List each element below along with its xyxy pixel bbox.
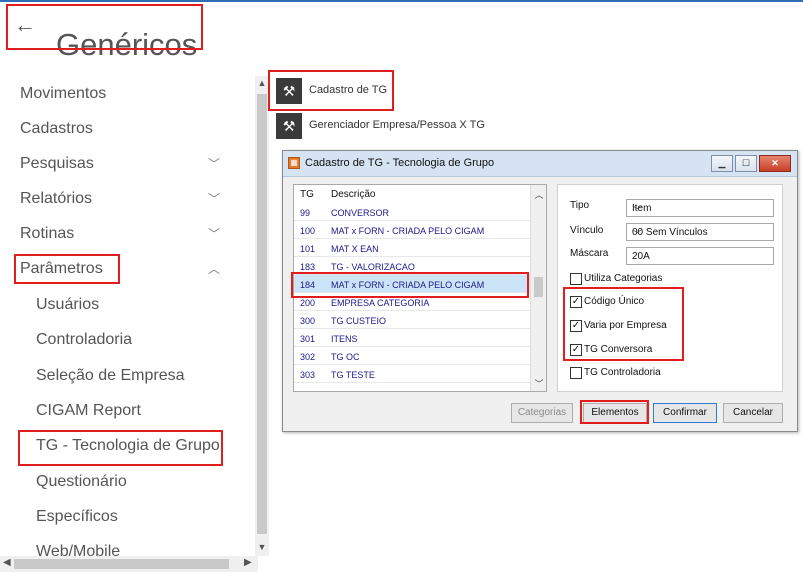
table-row[interactable]: 302 TG OC — [294, 347, 530, 365]
column-header-descricao[interactable]: Descrição — [331, 189, 375, 200]
sidebar-item-movimentos[interactable]: Movimentos — [20, 82, 220, 106]
mascara-input[interactable]: 20A — [626, 247, 774, 265]
checkmark-icon[interactable]: ✓ — [570, 344, 582, 356]
table-row[interactable]: 301 ITENS — [294, 329, 530, 347]
sidebar-horizontal-scrollbar[interactable]: ◀ ▶ — [0, 556, 258, 572]
chevron-down-icon: ﹀ — [632, 206, 642, 217]
table-row[interactable]: 303 TG TESTE — [294, 365, 530, 383]
sidebar-subitem-especificos[interactable]: Específicos — [36, 505, 118, 529]
tool-gerenciador-empresa[interactable]: ⚒ Gerenciador Empresa/Pessoa X TG — [276, 113, 536, 139]
checkbox-unchecked[interactable] — [570, 273, 582, 285]
sidebar-subitem-cigam-report[interactable]: CIGAM Report — [36, 399, 141, 423]
app-icon: ▦ — [288, 157, 300, 169]
sidebar-item-relatorios[interactable]: Relatórios ﹀ — [20, 187, 220, 211]
confirmar-button[interactable]: Confirmar — [653, 403, 717, 423]
cancelar-button[interactable]: Cancelar — [723, 403, 783, 423]
table-row[interactable]: 300 TG CUSTEIO — [294, 311, 530, 329]
sidebar-subitem-selecao-empresa[interactable]: Seleção de Empresa — [36, 364, 185, 388]
table-row[interactable]: 101 MAT X EAN — [294, 239, 530, 257]
scroll-thumb[interactable] — [14, 559, 229, 569]
scroll-right-icon[interactable]: ▶ — [244, 557, 252, 568]
tipo-label: Tipo — [570, 200, 590, 211]
sidebar-subitem-web-mobile[interactable]: Web/Mobile — [36, 540, 120, 556]
column-header-tg[interactable]: TG — [300, 189, 314, 200]
tg-grid: TG Descrição 99 CONVERSOR 100 MAT x FORN… — [293, 184, 547, 392]
scroll-up-icon[interactable]: ▲ — [255, 78, 269, 88]
chevron-up-icon: ︿ — [207, 262, 220, 276]
table-row[interactable]: 200 EMPRESA CATEGORIA — [294, 293, 530, 311]
scroll-down-icon[interactable]: ﹀ — [531, 377, 547, 390]
wrench-icon: ⚒ — [276, 113, 302, 139]
tipo-select[interactable]: Item ﹀ — [626, 199, 774, 217]
elementos-button[interactable]: Elementos — [583, 403, 647, 423]
minimize-button[interactable]: ▁ — [711, 155, 733, 172]
sidebar-item-cadastros[interactable]: Cadastros — [20, 117, 220, 141]
checkbox-unchecked[interactable] — [570, 367, 582, 379]
table-row[interactable]: 99 CONVERSOR — [294, 203, 530, 221]
scroll-up-icon[interactable]: ︿ — [531, 188, 547, 201]
sidebar-subitem-questionario[interactable]: Questionário — [36, 470, 127, 494]
chevron-down-icon: ﹀ — [207, 227, 220, 241]
top-accent-line — [0, 0, 803, 2]
grid-scrollbar[interactable]: ︿ ﹀ — [530, 185, 546, 391]
sidebar-subitem-controladoria[interactable]: Controladoria — [36, 328, 132, 352]
chevron-down-icon: ﹀ — [207, 192, 220, 206]
scroll-thumb[interactable] — [257, 94, 267, 534]
back-arrow-icon[interactable]: ← — [14, 12, 36, 38]
dialog-title: Cadastro de TG - Tecnologia de Grupo — [305, 157, 495, 169]
tool-cadastro-tg[interactable]: ⚒ Cadastro de TG — [276, 78, 536, 104]
sidebar-subitem-usuarios[interactable]: Usuários — [36, 293, 99, 317]
categorias-button[interactable]: Categorias — [511, 403, 573, 423]
dialog-cadastro-tg: ▦ Cadastro de TG - Tecnologia de Grupo ▁… — [282, 150, 798, 432]
table-row-selected[interactable]: 184 MAT x FORN - CRIADA PELO CIGAM — [294, 275, 530, 293]
chevron-down-icon: ﹀ — [632, 230, 642, 241]
scroll-thumb[interactable] — [534, 277, 543, 297]
checkmark-icon[interactable]: ✓ — [570, 320, 582, 332]
vinculo-label: Vínculo — [570, 225, 604, 236]
sidebar-subitem-tg[interactable]: TG - Tecnologia de Grupo — [36, 434, 220, 458]
scroll-left-icon[interactable]: ◀ — [3, 557, 11, 568]
tg-properties-panel: Tipo Item ﹀ Vínculo 00 Sem Vínculos ﹀ Má… — [557, 184, 783, 392]
sidebar: Movimentos Cadastros Pesquisas ﹀ Relatór… — [0, 76, 258, 556]
close-button[interactable]: ✕ — [759, 155, 791, 172]
sidebar-item-pesquisas[interactable]: Pesquisas ﹀ — [20, 152, 220, 176]
wrench-icon: ⚒ — [276, 78, 302, 104]
mascara-label: Máscara — [570, 248, 609, 259]
sidebar-item-parametros[interactable]: Parâmetros ︿ — [20, 257, 220, 281]
vinculo-select[interactable]: 00 Sem Vínculos ﹀ — [626, 223, 774, 241]
sidebar-item-rotinas[interactable]: Rotinas ﹀ — [20, 222, 220, 246]
checkmark-icon[interactable]: ✓ — [570, 296, 582, 308]
dialog-titlebar[interactable]: ▦ Cadastro de TG - Tecnologia de Grupo ▁… — [283, 151, 797, 177]
scroll-down-icon[interactable]: ▼ — [255, 542, 269, 552]
table-row[interactable]: 100 MAT x FORN - CRIADA PELO CIGAM — [294, 221, 530, 239]
page-title: Genéricos — [56, 26, 198, 62]
table-row[interactable]: 183 TG - VALORIZACAO — [294, 257, 530, 275]
maximize-button[interactable]: ☐ — [735, 155, 757, 172]
sidebar-vertical-scrollbar[interactable]: ▲ ▼ — [255, 76, 269, 556]
chevron-down-icon: ﹀ — [207, 157, 220, 171]
grid-header: TG Descrição — [294, 185, 530, 203]
